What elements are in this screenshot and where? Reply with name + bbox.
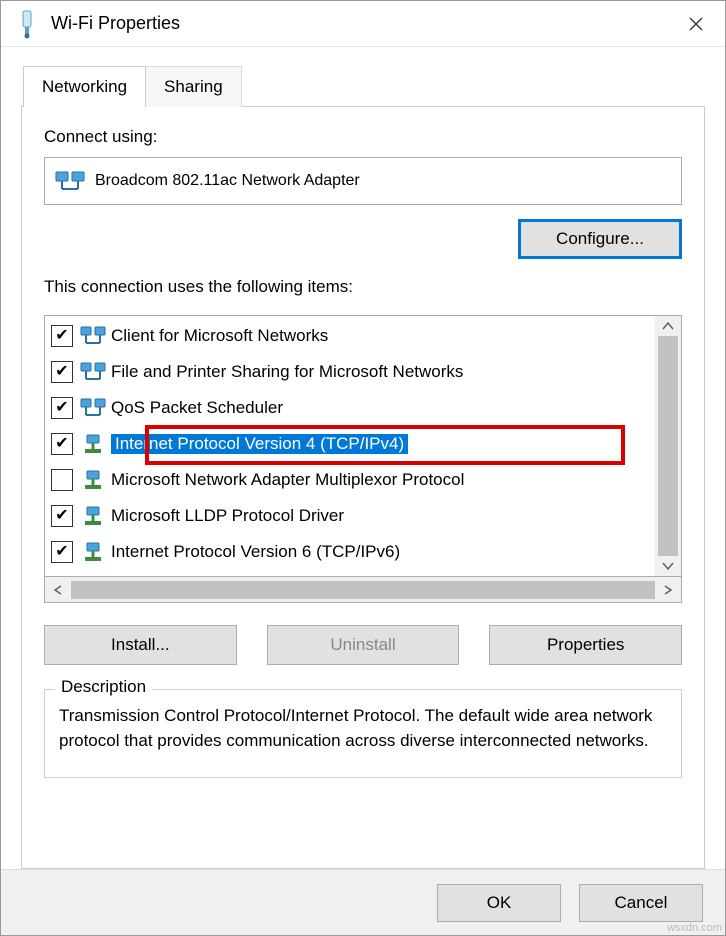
list-item[interactable]: Microsoft LLDP Protocol Driver — [45, 498, 655, 534]
wifi-properties-dialog: Wi-Fi Properties Networking Sharing Conn… — [0, 0, 726, 936]
close-button[interactable] — [673, 1, 719, 47]
list-item[interactable]: Internet Protocol Version 6 (TCP/IPv6) — [45, 534, 655, 570]
item-checkbox[interactable] — [51, 469, 73, 491]
item-checkbox[interactable] — [51, 505, 73, 527]
horizontal-scrollbar[interactable] — [44, 577, 682, 603]
network-adapter-icon — [55, 169, 85, 193]
properties-button[interactable]: Properties — [489, 625, 682, 665]
scroll-up-icon — [662, 320, 674, 332]
ok-button[interactable]: OK — [437, 884, 561, 922]
close-icon — [689, 17, 703, 31]
item-checkbox[interactable] — [51, 397, 73, 419]
scroll-left-icon — [45, 582, 71, 598]
item-label: Client for Microsoft Networks — [111, 326, 328, 346]
tab-networking[interactable]: Networking — [23, 66, 146, 107]
scroll-down-icon — [662, 560, 674, 572]
uninstall-button: Uninstall — [267, 625, 460, 665]
list-item[interactable]: Internet Protocol Version 4 (TCP/IPv4) — [45, 426, 655, 462]
horizontal-scroll-thumb[interactable] — [71, 581, 655, 599]
protocol-icon — [79, 541, 107, 563]
vertical-scroll-thumb[interactable] — [658, 336, 678, 556]
vertical-scrollbar[interactable] — [655, 316, 681, 576]
protocol-icon — [79, 469, 107, 491]
list-item[interactable]: File and Printer Sharing for Microsoft N… — [45, 354, 655, 390]
item-checkbox[interactable] — [51, 361, 73, 383]
adapter-selector[interactable]: Broadcom 802.11ac Network Adapter — [44, 157, 682, 205]
lan-icon — [79, 325, 107, 347]
item-checkbox[interactable] — [51, 541, 73, 563]
networking-pane: Connect using: Broadcom 802.11ac Network… — [21, 106, 705, 869]
lan-icon — [79, 397, 107, 419]
items-label: This connection uses the following items… — [44, 277, 682, 297]
list-item[interactable]: Microsoft Network Adapter Multiplexor Pr… — [45, 462, 655, 498]
item-checkbox[interactable] — [51, 325, 73, 347]
protocol-icon — [79, 433, 107, 455]
dialog-client-area: Networking Sharing Connect using: Broadc… — [1, 47, 725, 869]
list-item[interactable]: QoS Packet Scheduler — [45, 390, 655, 426]
item-label: File and Printer Sharing for Microsoft N… — [111, 362, 463, 382]
description-group: Description Transmission Control Protoco… — [44, 689, 682, 778]
item-label: Internet Protocol Version 4 (TCP/IPv4) — [111, 434, 408, 454]
titlebar: Wi-Fi Properties — [1, 1, 725, 47]
cancel-button[interactable]: Cancel — [579, 884, 703, 922]
item-label: Microsoft LLDP Protocol Driver — [111, 506, 344, 526]
window-title: Wi-Fi Properties — [51, 13, 180, 34]
tab-strip: Networking Sharing — [23, 65, 705, 106]
configure-button[interactable]: Configure... — [518, 219, 682, 259]
list-item[interactable]: Client for Microsoft Networks — [45, 318, 655, 354]
item-label: Internet Protocol Version 6 (TCP/IPv6) — [111, 542, 400, 562]
item-label: Microsoft Network Adapter Multiplexor Pr… — [111, 470, 464, 490]
lan-icon — [79, 361, 107, 383]
description-text: Transmission Control Protocol/Internet P… — [59, 704, 667, 753]
wifi-adapter-icon — [13, 8, 41, 40]
connect-using-label: Connect using: — [44, 127, 682, 147]
protocol-icon — [79, 505, 107, 527]
description-legend: Description — [55, 677, 152, 697]
scroll-right-icon — [655, 582, 681, 598]
item-checkbox[interactable] — [51, 433, 73, 455]
adapter-name: Broadcom 802.11ac Network Adapter — [95, 172, 360, 190]
connection-items-list: Client for Microsoft Networks File and Pr… — [44, 315, 682, 577]
item-label: QoS Packet Scheduler — [111, 398, 283, 418]
tab-sharing[interactable]: Sharing — [145, 66, 242, 107]
watermark: wsxdn.com — [0, 922, 722, 934]
install-button[interactable]: Install... — [44, 625, 237, 665]
